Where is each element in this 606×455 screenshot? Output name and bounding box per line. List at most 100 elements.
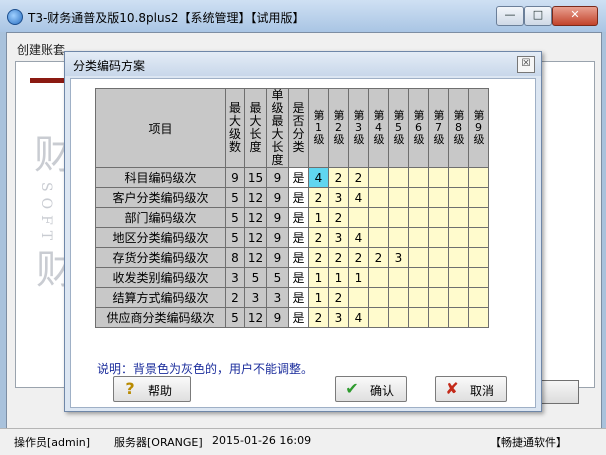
header-level-6: 第6级 [408, 88, 429, 168]
level-4-cell[interactable] [368, 307, 389, 328]
level-1-cell[interactable]: 2 [308, 307, 329, 328]
level-3-cell[interactable]: 2 [348, 167, 369, 188]
level-7-cell[interactable] [428, 267, 449, 288]
level-2-cell[interactable]: 3 [328, 307, 349, 328]
is-category-cell: 是 [288, 307, 309, 328]
grid-body: 科目编码级次 9 15 9 是 4 2 2 客户分类编码级次 5 12 9 是 2 3 4 部门编码级次 5 12 9… [95, 167, 489, 328]
child-window-title: 创建账套 [17, 43, 66, 57]
level-5-cell[interactable] [388, 307, 409, 328]
level-8-cell[interactable] [448, 167, 469, 188]
level-4-cell[interactable] [368, 287, 389, 308]
max-level-length-cell: 9 [266, 227, 289, 248]
level-3-cell[interactable] [348, 207, 369, 228]
cancel-button[interactable]: ✘ 取消 [435, 376, 507, 402]
level-5-cell[interactable] [388, 167, 409, 188]
level-8-cell[interactable] [448, 207, 469, 228]
level-4-cell[interactable]: 2 [368, 247, 389, 268]
level-6-cell[interactable] [408, 227, 429, 248]
close-button[interactable]: ✕ [552, 6, 598, 26]
level-3-cell[interactable]: 1 [348, 267, 369, 288]
level-2-cell[interactable]: 3 [328, 187, 349, 208]
grid-header-row: 项目 最大级数 最大长度 单级最大长度 是否分类 第1级 第2级 第3级 第4级… [95, 88, 489, 168]
status-datetime: 2015-01-26 16:09 [212, 434, 312, 447]
level-9-cell[interactable] [468, 307, 489, 328]
table-row: 结算方式编码级次 2 3 3 是 1 2 [95, 287, 489, 308]
level-4-cell[interactable] [368, 187, 389, 208]
level-3-cell[interactable]: 4 [348, 307, 369, 328]
max-total-length-cell: 5 [244, 267, 267, 288]
level-5-cell[interactable] [388, 227, 409, 248]
maximize-button[interactable]: □ [524, 6, 552, 26]
level-8-cell[interactable] [448, 227, 469, 248]
level-1-cell[interactable]: 2 [308, 247, 329, 268]
level-5-cell[interactable] [388, 187, 409, 208]
level-5-cell[interactable] [388, 207, 409, 228]
level-7-cell[interactable] [428, 307, 449, 328]
level-6-cell[interactable] [408, 307, 429, 328]
level-3-cell[interactable]: 2 [348, 247, 369, 268]
row-name-cell: 部门编码级次 [95, 207, 226, 228]
dialog-close-button[interactable]: ☒ [517, 56, 535, 73]
level-7-cell[interactable] [428, 287, 449, 308]
level-1-cell[interactable]: 1 [308, 287, 329, 308]
level-8-cell[interactable] [448, 287, 469, 308]
minimize-button[interactable]: — [496, 6, 524, 26]
level-8-cell[interactable] [448, 307, 469, 328]
level-9-cell[interactable] [468, 227, 489, 248]
level-6-cell[interactable] [408, 247, 429, 268]
level-6-cell[interactable] [408, 207, 429, 228]
level-1-cell[interactable]: 4 [308, 167, 329, 188]
level-6-cell[interactable] [408, 187, 429, 208]
level-2-cell[interactable]: 2 [328, 247, 349, 268]
level-2-cell[interactable]: 2 [328, 287, 349, 308]
level-2-cell[interactable]: 3 [328, 227, 349, 248]
level-7-cell[interactable] [428, 247, 449, 268]
level-4-cell[interactable] [368, 227, 389, 248]
table-row: 科目编码级次 9 15 9 是 4 2 2 [95, 167, 489, 188]
level-4-cell[interactable] [368, 207, 389, 228]
level-3-cell[interactable]: 4 [348, 187, 369, 208]
level-5-cell[interactable]: 3 [388, 247, 409, 268]
max-levels-cell: 5 [225, 207, 245, 228]
level-7-cell[interactable] [428, 167, 449, 188]
max-level-length-cell: 3 [266, 287, 289, 308]
level-8-cell[interactable] [448, 267, 469, 288]
level-9-cell[interactable] [468, 267, 489, 288]
ok-button[interactable]: ✔ 确认 [335, 376, 407, 402]
level-1-cell[interactable]: 2 [308, 187, 329, 208]
level-9-cell[interactable] [468, 187, 489, 208]
level-4-cell[interactable] [368, 267, 389, 288]
level-4-cell[interactable] [368, 167, 389, 188]
level-2-cell[interactable]: 2 [328, 167, 349, 188]
level-1-cell[interactable]: 1 [308, 207, 329, 228]
level-9-cell[interactable] [468, 207, 489, 228]
level-9-cell[interactable] [468, 287, 489, 308]
level-3-cell[interactable]: 4 [348, 227, 369, 248]
dialog-titlebar[interactable]: 分类编码方案 ☒ [65, 52, 541, 76]
level-9-cell[interactable] [468, 167, 489, 188]
level-1-cell[interactable]: 2 [308, 227, 329, 248]
header-max-level-length: 单级最大长度 [266, 88, 289, 168]
level-6-cell[interactable] [408, 167, 429, 188]
max-levels-cell: 8 [225, 247, 245, 268]
row-name-cell: 供应商分类编码级次 [95, 307, 226, 328]
coding-scheme-grid: 项目 最大级数 最大长度 单级最大长度 是否分类 第1级 第2级 第3级 第4级… [95, 88, 489, 328]
level-5-cell[interactable] [388, 267, 409, 288]
header-level-3: 第3级 [348, 88, 369, 168]
level-7-cell[interactable] [428, 207, 449, 228]
level-5-cell[interactable] [388, 287, 409, 308]
level-2-cell[interactable]: 2 [328, 207, 349, 228]
app-titlebar[interactable]: T3-财务通普及版10.8plus2【系统管理】【试用版】 — □ ✕ [0, 0, 606, 32]
level-8-cell[interactable] [448, 187, 469, 208]
dialog-body: 项目 最大级数 最大长度 单级最大长度 是否分类 第1级 第2级 第3级 第4级… [70, 78, 536, 408]
level-3-cell[interactable] [348, 287, 369, 308]
level-2-cell[interactable]: 1 [328, 267, 349, 288]
level-7-cell[interactable] [428, 227, 449, 248]
level-6-cell[interactable] [408, 287, 429, 308]
level-9-cell[interactable] [468, 247, 489, 268]
level-1-cell[interactable]: 1 [308, 267, 329, 288]
level-7-cell[interactable] [428, 187, 449, 208]
level-6-cell[interactable] [408, 267, 429, 288]
help-button[interactable]: ? 帮助 [113, 376, 191, 402]
level-8-cell[interactable] [448, 247, 469, 268]
